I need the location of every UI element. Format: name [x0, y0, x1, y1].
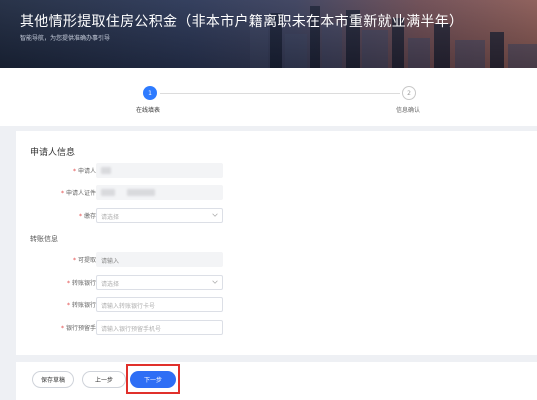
bank-card-input[interactable]: 请输入转账银行卡号 — [96, 297, 223, 312]
deposit-center-row: *缴存中心 请选择 — [16, 208, 537, 223]
step-1-indicator: 1 — [143, 86, 157, 100]
chevron-down-icon — [212, 280, 218, 284]
applicant-id-value — [96, 185, 223, 200]
bank-phone-input[interactable]: 请输入银行预留手机号 — [96, 320, 223, 335]
applicant-name-row: * 申请人姓名 — [16, 163, 537, 178]
deposit-center-select[interactable]: 请选择 — [96, 208, 223, 223]
applicant-section-title: 申请人信息 — [30, 148, 76, 158]
bank-name-select[interactable]: 请选择 — [96, 275, 223, 290]
bank-phone-row: * 银行预留手机号 请输入银行预留手机号 — [16, 320, 537, 335]
required-mark: * — [78, 213, 82, 220]
bank-name-placeholder: 请选择 — [101, 281, 120, 288]
form-actions: 保存草稿 上一步 下一步 — [16, 362, 537, 400]
progress-steps: 1 2 在线填表 信息确认 — [0, 68, 537, 126]
chevron-down-icon — [212, 213, 218, 217]
step-2-label: 信息确认 — [396, 107, 421, 114]
applicant-id-row: * 申请人证件号码 — [16, 185, 537, 200]
page-subtitle: 智能导航，为您提供准确办事引导 — [20, 35, 111, 42]
form-panel: 申请人信息 *申请人姓名 *申请人证件号码 *缴存中心 请选择 转账信息 *可提… — [16, 131, 537, 355]
previous-step-button[interactable]: 上一步 — [82, 371, 126, 388]
applicant-name-value — [96, 163, 223, 178]
page-title: 其他情形提取住房公积金（非本市户籍离职未在本市重新就业满半年） — [20, 14, 464, 30]
deposit-center-placeholder: 请选择 — [101, 214, 120, 221]
required-mark: * — [66, 280, 70, 287]
required-mark: * — [60, 325, 64, 332]
required-mark: * — [60, 190, 64, 197]
withdrawable-amount-row: * 可提取金额 请输入 — [16, 252, 537, 267]
next-step-button[interactable]: 下一步 — [130, 371, 176, 388]
required-mark: * — [72, 168, 76, 175]
save-draft-button[interactable]: 保存草稿 — [32, 371, 74, 388]
bank-card-row: * 转账银行卡号 请输入转账银行卡号 — [16, 297, 537, 312]
required-mark: * — [72, 257, 76, 264]
withdrawable-amount-field: 请输入 — [96, 252, 223, 267]
step-2-indicator: 2 — [402, 86, 416, 100]
step-connector — [160, 93, 400, 94]
step-1-label: 在线填表 — [136, 107, 161, 114]
header-banner: 其他情形提取住房公积金（非本市户籍离职未在本市重新就业满半年） 智能导航，为您提… — [0, 0, 537, 68]
required-mark: * — [66, 302, 70, 309]
transfer-section-title: 转账信息 — [30, 235, 58, 243]
bank-name-row: * 转账银行名称 请选择 — [16, 275, 537, 290]
